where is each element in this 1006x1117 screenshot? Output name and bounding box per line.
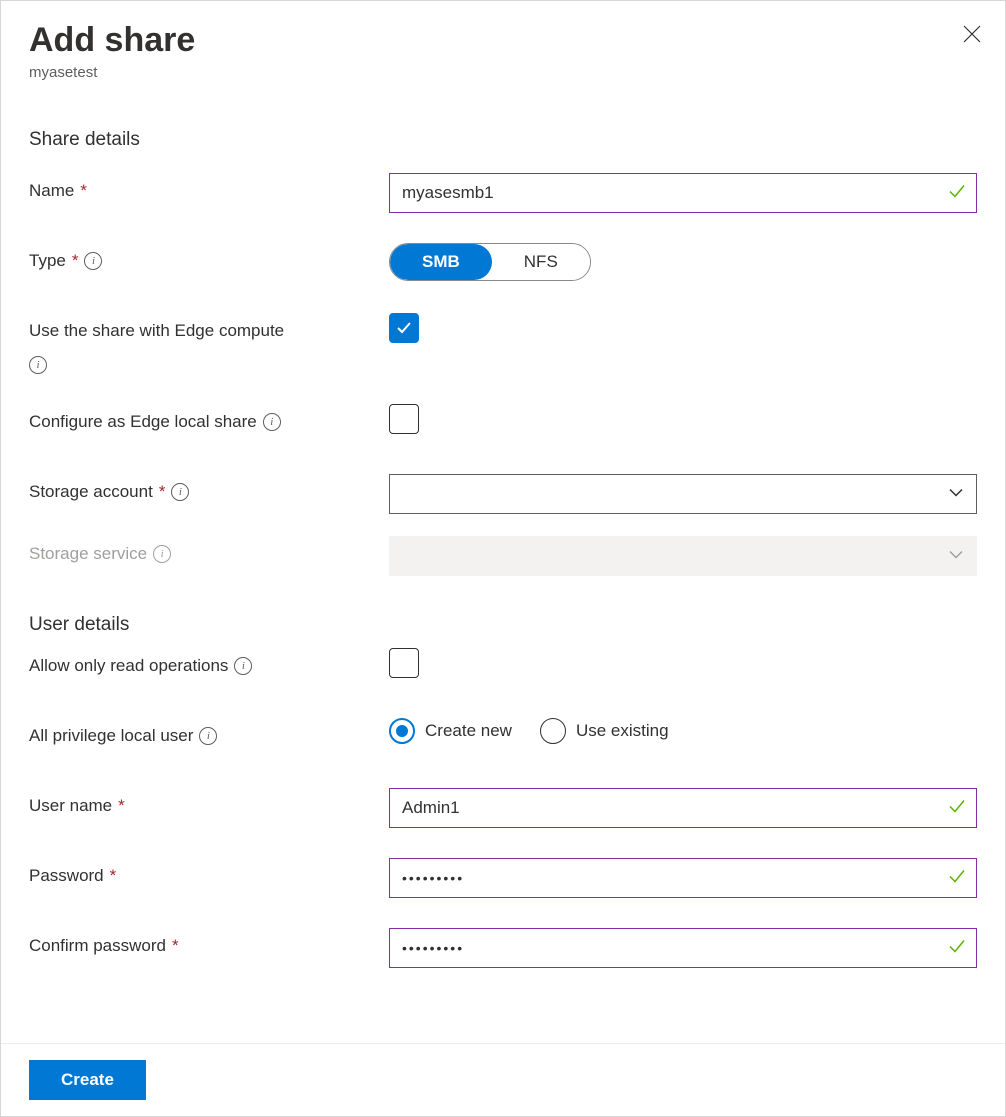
username-text: User name [29,796,112,816]
radio-use-existing[interactable]: Use existing [540,718,669,744]
password-text: Password [29,866,104,886]
info-icon[interactable]: i [199,727,217,745]
storage-service-text: Storage service [29,544,147,564]
local-share-row: Configure as Edge local share i [29,404,977,444]
required-asterisk: * [118,796,125,816]
privilege-user-text: All privilege local user [29,726,193,746]
password-input[interactable] [389,858,977,898]
info-icon[interactable]: i [84,252,102,270]
type-row: Type * i SMB NFS [29,243,977,283]
close-button[interactable] [961,23,983,48]
name-input[interactable] [389,173,977,213]
radio-existing-label: Use existing [576,721,669,741]
type-option-nfs[interactable]: NFS [492,244,590,280]
required-asterisk: * [110,866,117,886]
panel-body: Add share myasetest Share details Name * [1,1,1005,1043]
panel-subtitle: myasetest [29,64,977,81]
info-icon[interactable]: i [153,545,171,563]
privilege-user-row: All privilege local user i Create new Us… [29,718,977,758]
confirm-password-label: Confirm password * [29,928,389,956]
confirm-password-text: Confirm password [29,936,166,956]
radio-create-new[interactable]: Create new [389,718,512,744]
chevron-down-icon [948,485,964,504]
user-details-heading: User details [29,614,977,636]
type-toggle: SMB NFS [389,243,591,281]
local-share-text: Configure as Edge local share [29,412,257,432]
share-details-heading: Share details [29,129,977,151]
required-asterisk: * [72,251,79,271]
password-row: Password * [29,858,977,898]
storage-account-text: Storage account [29,482,153,502]
edge-compute-label: Use the share with Edge compute i [29,313,389,374]
storage-service-row: Storage service i [29,536,977,576]
radio-create-label: Create new [425,721,512,741]
storage-account-label: Storage account * i [29,474,389,502]
close-icon [961,23,983,45]
storage-service-label: Storage service i [29,536,389,564]
type-option-smb[interactable]: SMB [390,244,492,280]
required-asterisk: * [159,482,166,502]
panel-footer: Create [1,1043,1005,1116]
info-icon[interactable]: i [263,413,281,431]
read-only-checkbox[interactable] [389,648,419,678]
name-label: Name * [29,173,389,201]
name-label-text: Name [29,181,74,201]
read-only-label: Allow only read operations i [29,648,389,676]
radio-icon [389,718,415,744]
confirm-password-row: Confirm password * [29,928,977,968]
storage-account-row: Storage account * i [29,474,977,514]
required-asterisk: * [80,181,87,201]
check-icon [394,318,414,338]
add-share-panel: Add share myasetest Share details Name * [0,0,1006,1117]
info-icon[interactable]: i [234,657,252,675]
local-share-label: Configure as Edge local share i [29,404,389,432]
privilege-radio-group: Create new Use existing [389,718,669,744]
type-label-text: Type [29,251,66,271]
storage-account-select[interactable] [389,474,977,514]
username-input[interactable] [389,788,977,828]
required-asterisk: * [172,936,179,956]
create-button[interactable]: Create [29,1060,146,1100]
edge-compute-text: Use the share with Edge compute [29,321,284,341]
local-share-checkbox[interactable] [389,404,419,434]
type-label: Type * i [29,243,389,271]
username-label: User name * [29,788,389,816]
username-row: User name * [29,788,977,828]
read-only-text: Allow only read operations [29,656,228,676]
name-row: Name * [29,173,977,213]
edge-compute-row: Use the share with Edge compute i [29,313,977,374]
confirm-password-input[interactable] [389,928,977,968]
edge-compute-checkbox[interactable] [389,313,419,343]
privilege-user-label: All privilege local user i [29,718,389,746]
info-icon[interactable]: i [29,356,47,374]
storage-service-select [389,536,977,576]
chevron-down-icon [948,547,964,566]
password-label: Password * [29,858,389,886]
panel-title: Add share [29,21,977,60]
radio-icon [540,718,566,744]
info-icon[interactable]: i [171,483,189,501]
read-only-row: Allow only read operations i [29,648,977,688]
